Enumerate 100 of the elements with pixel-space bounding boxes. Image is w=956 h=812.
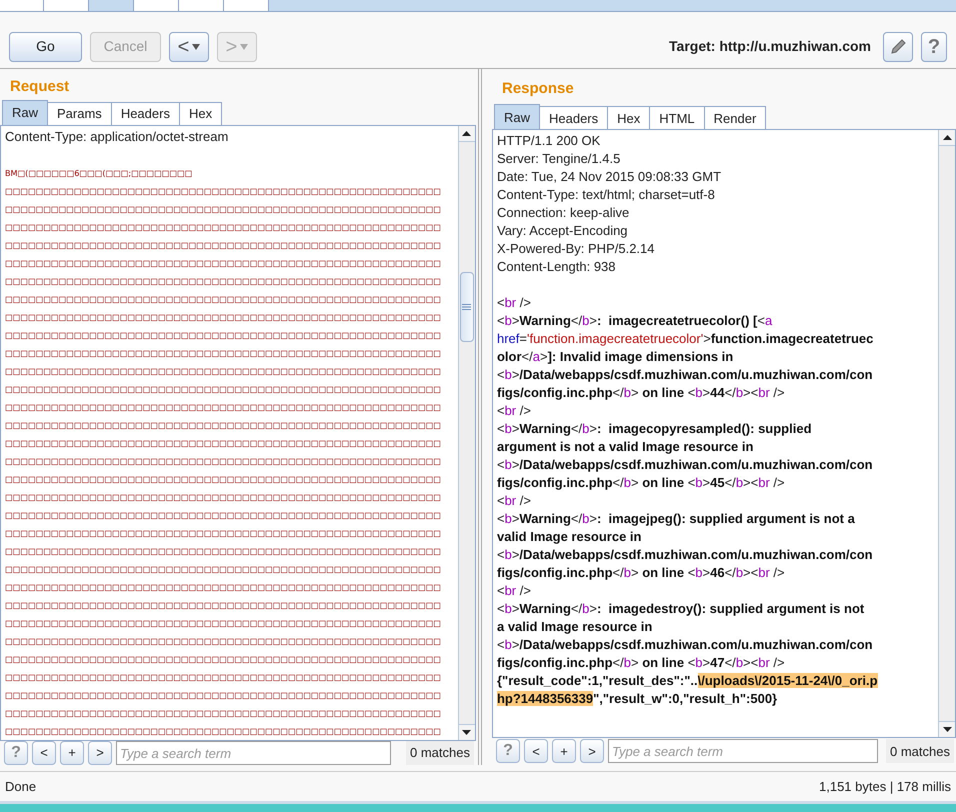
binary-body-line: □□□□□□□□□□□□□□□□□□□□□□□□□□□□□□□□□□□□□□□□□□□□□□□□□□□□□□□□□	[5, 671, 441, 684]
response-line: <br />	[496, 294, 531, 312]
binary-body-line: □□□□□□□□□□□□□□□□□□□□□□□□□□□□□□□□□□□□□□□□□□□□□□□□□□□□□□□□□	[5, 401, 441, 414]
go-button[interactable]: Go	[9, 32, 82, 62]
response-line: figs/config.inc.php</b> on line <b>44</b><br />	[496, 384, 785, 402]
response-line: figs/config.inc.php</b> on line <b>47</b><br />	[496, 654, 785, 672]
response-line: valid Image resource in	[496, 528, 642, 546]
binary-body-line: □□□□□□□□□□□□□□□□□□□□□□□□□□□□□□□□□□□□□□□□□□□□□□□□□□□□□□□□□	[5, 581, 441, 594]
editor-tab[interactable]: Raw	[494, 104, 540, 130]
binary-body-line: □□□□□□□□□□□□□□□□□□□□□□□□□□□□□□□□□□□□□□□□□□□□□□□□□□□□□□□□□	[5, 473, 441, 486]
caret-icon	[192, 44, 200, 50]
binary-body-line: □□□□□□□□□□□□□□□□□□□□□□□□□□□□□□□□□□□□□□□□□□□□□□□□□□□□□□□□□	[5, 347, 441, 360]
binary-body-line: □□□□□□□□□□□□□□□□□□□□□□□□□□□□□□□□□□□□□□□□□□□□□□□□□□□□□□□□□	[5, 527, 441, 540]
editor-tab[interactable]: Headers	[539, 106, 608, 130]
editor-tab[interactable]: Render	[704, 106, 766, 130]
binary-body-line: □□□□□□□□□□□□□□□□□□□□□□□□□□□□□□□□□□□□□□□□□□□□□□□□□□□□□□□□□	[5, 221, 441, 234]
scroll-down-icon[interactable]	[458, 724, 475, 740]
header-line: Content-Type: text/html; charset=utf-8	[496, 186, 715, 204]
window-tab[interactable]	[44, 0, 89, 11]
response-line: <b>/Data/webapps/csdf.muzhiwan.com/u.muzhiwan.com/con	[496, 546, 873, 564]
header-line: Server: Tengine/1.4.5	[496, 150, 620, 168]
header-line: Vary: Accept-Encoding	[496, 222, 628, 240]
match-count: 0 matches	[406, 741, 474, 765]
binary-body-line: □□□□□□□□□□□□□□□□□□□□□□□□□□□□□□□□□□□□□□□□□□□□□□□□□□□□□□□□□	[5, 599, 441, 612]
header-line: X-Powered-By: PHP/5.2.14	[496, 240, 655, 258]
response-line: <b>/Data/webapps/csdf.muzhiwan.com/u.muzhiwan.com/con	[496, 366, 873, 384]
binary-body-line: □□□□□□□□□□□□□□□□□□□□□□□□□□□□□□□□□□□□□□□□□□□□□□□□□□□□□□□□□	[5, 617, 441, 630]
response-line: <b>Warning</b>: imagecreatetruecolor() [<a	[496, 312, 772, 330]
caret-icon	[240, 44, 248, 50]
binary-body-line: □□□□□□□□□□□□□□□□□□□□□□□□□□□□□□□□□□□□□□□□□□□□□□□□□□□□□□□□□	[5, 437, 441, 450]
binary-body-line: □□□□□□□□□□□□□□□□□□□□□□□□□□□□□□□□□□□□□□□□□□□□□□□□□□□□□□□□□	[5, 545, 441, 558]
response-line: hp?1448356339","result_w":0,"result_h":500}	[496, 690, 778, 708]
editor-tab[interactable]: Hex	[178, 102, 222, 125]
search-field[interactable]: Type a search term	[116, 741, 391, 765]
window-tab[interactable]	[0, 0, 44, 11]
previous-button[interactable]: <	[32, 741, 56, 765]
response-line: argument is not a valid Image resource in	[496, 438, 754, 456]
response-line: a valid Image resource in	[496, 618, 652, 636]
editor-tab[interactable]: Params	[47, 102, 112, 125]
scroll-up-icon[interactable]	[458, 126, 475, 142]
binary-body-line: □□□□□□□□□□□□□□□□□□□□□□□□□□□□□□□□□□□□□□□□□□□□□□□□□□□□□□□□□	[5, 689, 441, 702]
help-button[interactable]: ?	[921, 32, 947, 62]
back-button[interactable]: <	[169, 32, 209, 62]
binary-body-line: □□□□□□□□□□□□□□□□□□□□□□□□□□□□□□□□□□□□□□□□□□□□□□□□□□□□□□□□□	[5, 509, 441, 522]
binary-body-line: □□□□□□□□□□□□□□□□□□□□□□□□□□□□□□□□□□□□□□□□□□□□□□□□□□□□□□□□□	[5, 635, 441, 648]
panel-title: Request	[9, 77, 70, 98]
binary-body-line: □□□□□□□□□□□□□□□□□□□□□□□□□□□□□□□□□□□□□□□□□□□□□□□□□□□□□□□□□	[5, 725, 441, 738]
editor-tab[interactable]: Headers	[110, 102, 180, 125]
header-line: Connection: keep-alive	[496, 204, 630, 222]
response-line: figs/config.inc.php</b> on line <b>46</b><br />	[496, 564, 785, 582]
target-label: Target: http://u.muzhiwan.com	[669, 37, 871, 56]
header-line: Content-Length: 938	[496, 258, 616, 276]
binary-body-line: □□□□□□□□□□□□□□□□□□□□□□□□□□□□□□□□□□□□□□□□□□□□□□□□□□□□□□□□□	[5, 653, 441, 666]
header-line: HTTP/1.1 200 OK	[496, 132, 600, 150]
binary-body-line: □□□□□□□□□□□□□□□□□□□□□□□□□□□□□□□□□□□□□□□□□□□□□□□□□□□□□□□□□	[5, 383, 441, 396]
binary-body-line: □□□□□□□□□□□□□□□□□□□□□□□□□□□□□□□□□□□□□□□□□□□□□□□□□□□□□□□□□	[5, 257, 441, 270]
binary-body-line: □□□□□□□□□□□□□□□□□□□□□□□□□□□□□□□□□□□□□□□□□□□□□□□□□□□□□□□□□	[5, 365, 441, 378]
pencil-icon	[889, 38, 907, 56]
binary-body-line: □□□□□□□□□□□□□□□□□□□□□□□□□□□□□□□□□□□□□□□□□□□□□□□□□□□□□□□□□	[5, 239, 441, 252]
scroll-down-icon[interactable]	[939, 720, 955, 737]
next-button[interactable]: >	[580, 739, 604, 764]
scroll-up-icon[interactable]	[939, 130, 955, 146]
binary-body-line: □□□□□□□□□□□□□□□□□□□□□□□□□□□□□□□□□□□□□□□□□□□□□□□□□□□□□□□□□	[5, 563, 441, 576]
editor-tab[interactable]: HTML	[649, 106, 705, 130]
binary-body-line: □□□□□□□□□□□□□□□□□□□□□□□□□□□□□□□□□□□□□□□□□□□□□□□□□□□□□□□□□	[5, 329, 441, 342]
search-field[interactable]: Type a search term	[608, 739, 878, 764]
next-button[interactable]: >	[88, 741, 112, 765]
response-stats: 1,151 bytes | 178 millis	[819, 778, 951, 796]
binary-body-line: □□□□□□□□□□□□□□□□□□□□□□□□□□□□□□□□□□□□□□□□□□□□□□□□□□□□□□□□□	[5, 311, 441, 324]
scrollbar[interactable]	[938, 130, 955, 737]
header-line: Date: Tue, 24 Nov 2015 09:08:33 GMT	[496, 168, 722, 186]
response-line: <b>/Data/webapps/csdf.muzhiwan.com/u.muzhiwan.com/con	[496, 636, 873, 654]
binary-body-line: □□□□□□□□□□□□□□□□□□□□□□□□□□□□□□□□□□□□□□□□□□□□□□□□□□□□□□□□□	[5, 419, 441, 432]
previous-button[interactable]: <	[524, 739, 548, 764]
editor-tab[interactable]: Hex	[607, 106, 650, 130]
header-line: Content-Type: application/octet-stream	[5, 128, 230, 146]
scrollbar[interactable]	[458, 126, 475, 740]
response-line: <b>Warning</b>: imagecopyresampled(): supplied	[496, 420, 812, 438]
response-line: olor</a>]: Invalid image dimensions in	[496, 348, 734, 366]
response-line: <br />	[496, 492, 531, 510]
response-line: <b>/Data/webapps/csdf.muzhiwan.com/u.muzhiwan.com/con	[496, 456, 873, 474]
panel-title: Response	[500, 79, 575, 100]
add-button[interactable]: +	[60, 741, 84, 765]
match-count: 0 matches	[886, 739, 954, 764]
add-button[interactable]: +	[552, 739, 576, 764]
binary-body-line: □□□□□□□□□□□□□□□□□□□□□□□□□□□□□□□□□□□□□□□□□□□□□□□□□□□□□□□□□	[5, 707, 441, 720]
scroll-thumb[interactable]	[460, 272, 474, 342]
window-tab[interactable]	[224, 0, 269, 11]
window-tab[interactable]	[134, 0, 179, 11]
response-line: figs/config.inc.php</b> on line <b>45</b><br />	[496, 474, 785, 492]
edit-target-button[interactable]	[883, 32, 913, 62]
binary-body-line: □□□□□□□□□□□□□□□□□□□□□□□□□□□□□□□□□□□□□□□□□□□□□□□□□□□□□□□□□	[5, 185, 441, 198]
window-tab[interactable]	[179, 0, 224, 11]
binary-body-line: □□□□□□□□□□□□□□□□□□□□□□□□□□□□□□□□□□□□□□□□□□□□□□□□□□□□□□□□□	[5, 293, 441, 306]
binary-body-line: □□□□□□□□□□□□□□□□□□□□□□□□□□□□□□□□□□□□□□□□□□□□□□□□□□□□□□□□□	[5, 203, 441, 216]
response-line: href='function.imagecreatetruecolor'>function.imagecreatetruec	[496, 330, 874, 348]
response-line: <b>Warning</b>: imagedestroy(): supplied argument is not	[496, 600, 864, 618]
binary-body-line: □□□□□□□□□□□□□□□□□□□□□□□□□□□□□□□□□□□□□□□□□□□□□□□□□□□□□□□□□	[5, 275, 441, 288]
editor-tab[interactable]: Raw	[2, 100, 48, 125]
response-line: <br />	[496, 402, 531, 420]
